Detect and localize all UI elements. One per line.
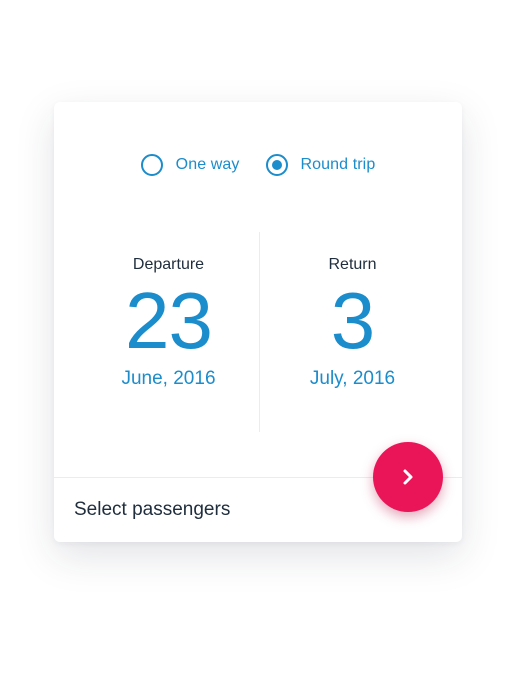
date-selection: Departure 23 June, 2016 Return 3 July, 2… <box>54 232 462 432</box>
radio-one-way[interactable]: One way <box>140 154 240 176</box>
return-caption: Return <box>328 256 377 273</box>
trip-type-selector: One way Round trip <box>54 154 462 176</box>
departure-date[interactable]: Departure 23 June, 2016 <box>66 232 271 390</box>
departure-caption: Departure <box>132 256 205 273</box>
next-button[interactable] <box>373 442 443 512</box>
radio-round-trip-label[interactable]: Round trip <box>301 156 376 174</box>
select-passengers[interactable]: Select passengers <box>74 499 230 521</box>
radio-one-way-label[interactable]: One way <box>176 156 240 174</box>
radio-button-checked-icon[interactable] <box>265 154 288 176</box>
return-day[interactable]: 3 <box>250 280 455 362</box>
radio-button-unchecked-icon[interactable] <box>140 154 163 176</box>
return-date[interactable]: Return 3 July, 2016 <box>250 232 455 390</box>
departure-month-year[interactable]: June, 2016 <box>66 368 271 390</box>
chevron-right-icon <box>403 469 413 485</box>
radio-round-trip[interactable]: Round trip <box>265 154 376 176</box>
departure-day[interactable]: 23 <box>66 280 271 362</box>
return-month-year[interactable]: July, 2016 <box>250 368 455 390</box>
